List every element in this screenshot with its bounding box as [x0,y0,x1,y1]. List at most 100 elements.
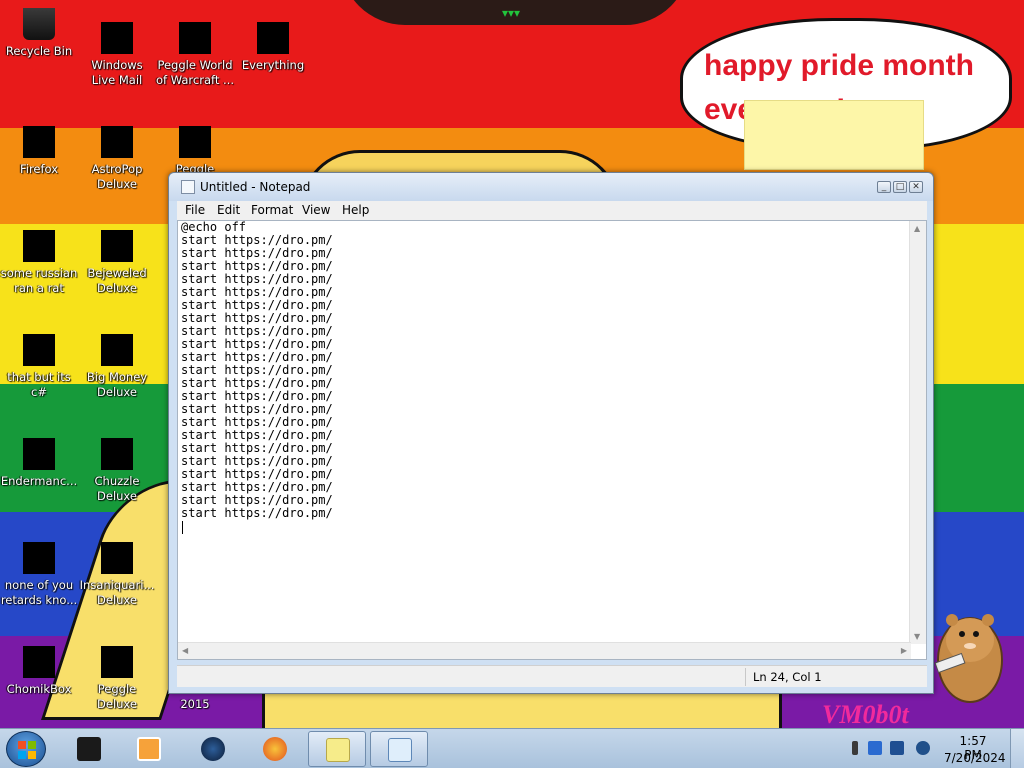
globe-icon [201,737,225,761]
maximize-button[interactable]: □ [893,181,907,193]
taskbar-item-globe[interactable] [184,731,242,767]
astropop-icon [101,126,133,158]
desktop-icon-label: Endermanc... [0,474,78,488]
mail-icon [101,22,133,54]
insaniquarium-icon [101,542,133,574]
taskbar-item-firefox[interactable] [246,731,304,767]
taskbar-item-black-cube[interactable] [60,731,118,767]
recycle-bin-icon [23,8,55,40]
app-window-icon [23,438,55,470]
window-title: Untitled - Notepad [200,180,311,194]
desktop-icon-recycle-bin[interactable]: Recycle Bin [0,8,78,59]
taskbar-item-sticky-notes[interactable] [308,731,366,767]
desktop-icon-label: Everything [241,58,305,72]
desktop-icon-label: Chuzzle Deluxe [94,474,140,503]
desktop-icon-label: none of you retards kno... [0,578,78,607]
desktop-icon-big-money[interactable]: Big Money Deluxe [78,334,156,400]
desktop-icon-label: that but its c# [7,370,71,399]
black-cube-icon [77,737,101,761]
cursor-position: Ln 24, Col 1 [753,670,822,684]
watermark-text: VM0b0t [822,700,909,728]
scroll-right-arrow-icon[interactable]: ▶ [901,646,907,655]
desktop-icon-windows-live-mail[interactable]: Windows Live Mail [78,22,156,88]
bejeweled-icon [101,230,133,262]
menu-bar: File Edit Format View Help [177,201,927,220]
desktop-icon-label: Windows Live Mail [91,58,143,87]
desktop-icon-everything[interactable]: Everything [234,22,312,73]
desktop-icon-peggle-deluxe[interactable]: Peggle Deluxe [78,646,156,712]
notepad-titlebar[interactable]: Untitled - Notepad _ □ ✕ [169,173,933,201]
desktop-icon-label: Peggle Deluxe [97,682,137,711]
sticky-notes-icon [326,738,350,762]
scroll-up-arrow-icon[interactable]: ▲ [914,224,920,233]
taskbar [0,728,1024,768]
peggle-nights-icon [179,126,211,158]
desktop-icon-firefox[interactable]: Firefox [0,126,78,177]
wallpaper-cartoon-body-bottom [262,690,782,728]
desktop-icon-label: 2015 [180,697,210,711]
tray-arrow-icon[interactable] [852,741,858,755]
tray-app-icon[interactable] [868,741,882,755]
text-editor-area[interactable]: @echo off start https://dro.pm/ start ht… [177,220,927,660]
vertical-scrollbar[interactable]: ▲ ▼ [909,221,926,644]
menu-edit[interactable]: Edit [217,203,240,217]
chuzzle-icon [101,438,133,470]
desktop-icon-label: ChomikBox [6,682,72,696]
desktop-icon-endermanch[interactable]: Endermanc... [0,438,78,489]
desktop-icon-2015[interactable]: 2015 [156,697,234,712]
clock-date[interactable]: 7/20/2024 [944,751,1006,765]
notepad-icon [388,738,412,762]
peggle-icon [101,646,133,678]
wallpaper-green-dots: ▾▾▾ [502,6,521,20]
desktop-icon-label: Firefox [19,162,59,176]
desktop-icon-label: Big Money Deluxe [86,370,148,399]
file-icon [23,230,55,262]
scroll-down-arrow-icon[interactable]: ▼ [914,632,920,641]
desktop-icon-label: Peggle World of Warcraft ... [156,58,234,87]
desktop-icon-russian-rat[interactable]: some russian ran a rat [0,230,78,296]
show-desktop-button[interactable] [1010,729,1024,768]
media-player-icon [137,737,161,761]
desktop-icon-label: AstroPop Deluxe [91,162,143,191]
status-bar: Ln 24, Col 1 [177,665,927,687]
desktop-icon-chomikbox[interactable]: ChomikBox [0,646,78,697]
search-app-icon [257,22,289,54]
taskbar-item-notepad[interactable] [370,731,428,767]
minimize-button[interactable]: _ [877,181,891,193]
desktop-icon-astropop[interactable]: AstroPop Deluxe [78,126,156,192]
menu-format[interactable]: Format [251,203,293,217]
start-button[interactable] [6,731,46,767]
desktop-icon-label: some russian ran a rat [0,266,78,295]
desktop-icon-none-of-you[interactable]: none of you retards kno... [0,542,78,608]
text-caret [182,521,183,534]
peggle-icon [179,22,211,54]
taskbar-item-media-player[interactable] [120,731,178,767]
notepad-window[interactable]: Untitled - Notepad _ □ ✕ File Edit Forma… [168,172,934,694]
firefox-icon [263,737,287,761]
horizontal-scrollbar[interactable]: ◀ ▶ [178,642,911,659]
menu-file[interactable]: File [185,203,205,217]
desktop-icon-that-but-csharp[interactable]: that but its c# [0,334,78,400]
file-icon [23,542,55,574]
menu-view[interactable]: View [302,203,330,217]
volume-icon[interactable] [916,741,930,755]
scroll-left-arrow-icon[interactable]: ◀ [182,646,188,655]
windows-logo-icon [18,741,36,759]
editor-content[interactable]: @echo off start https://dro.pm/ start ht… [181,221,333,520]
file-icon [23,334,55,366]
desktop-icon-insaniquarium[interactable]: Insaniquari... Deluxe [78,542,156,608]
desktop-icon-label: Insaniquari... Deluxe [79,578,155,607]
desktop-icon-peggle-wow[interactable]: Peggle World of Warcraft ... [156,22,234,88]
menu-help[interactable]: Help [342,203,369,217]
network-icon[interactable] [890,741,904,755]
chomikbox-icon [23,646,55,678]
desktop-icon-bejeweled[interactable]: Bejeweled Deluxe [78,230,156,296]
sticky-note[interactable] [744,100,924,170]
desktop-icon-chuzzle[interactable]: Chuzzle Deluxe [78,438,156,504]
money-bag-icon [101,334,133,366]
close-button[interactable]: ✕ [909,181,923,193]
desktop-icon-label: Bejeweled Deluxe [87,266,147,295]
notepad-icon [181,180,195,194]
desktop-icon-label: Recycle Bin [5,44,73,58]
firefox-icon [23,126,55,158]
